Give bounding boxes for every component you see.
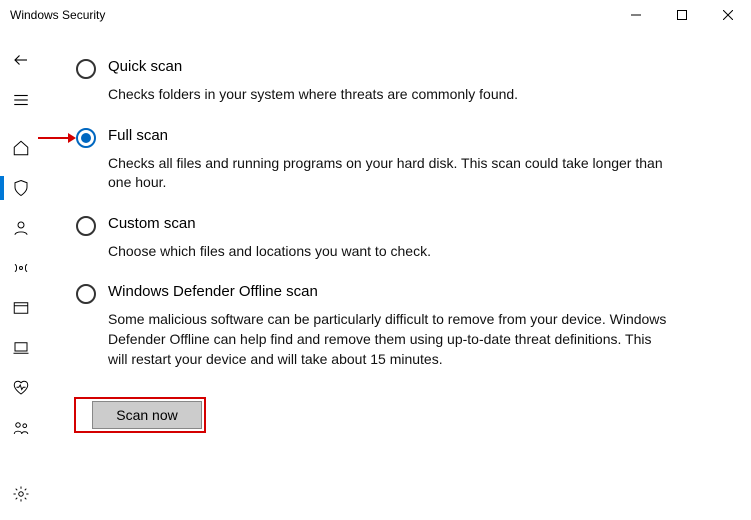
window-title: Windows Security (10, 8, 105, 22)
sidebar (0, 30, 42, 520)
maximize-button[interactable] (659, 0, 705, 30)
shield-icon[interactable] (0, 168, 42, 208)
device-security-icon[interactable] (0, 328, 42, 368)
radio-quick-scan[interactable] (76, 59, 96, 79)
titlebar: Windows Security (0, 0, 751, 30)
option-desc: Some malicious software can be particula… (108, 310, 668, 369)
radio-custom-scan[interactable] (76, 216, 96, 236)
option-label: Windows Defender Offline scan (108, 283, 668, 300)
account-icon[interactable] (0, 208, 42, 248)
minimize-button[interactable] (613, 0, 659, 30)
radio-offline-scan[interactable] (76, 284, 96, 304)
radio-full-scan[interactable] (76, 128, 96, 148)
annotation-arrow-icon (36, 131, 76, 148)
app-browser-icon[interactable] (0, 288, 42, 328)
close-button[interactable] (705, 0, 751, 30)
settings-icon[interactable] (0, 474, 42, 514)
annotation-highlight: Scan now (74, 397, 206, 433)
content-area: Quick scan Checks folders in your system… (42, 30, 751, 520)
option-label: Custom scan (108, 215, 431, 232)
device-health-icon[interactable] (0, 368, 42, 408)
firewall-icon[interactable] (0, 248, 42, 288)
option-offline-scan[interactable]: Windows Defender Offline scan Some malic… (74, 283, 721, 369)
option-full-scan[interactable]: Full scan Checks all files and running p… (74, 127, 721, 193)
option-custom-scan[interactable]: Custom scan Choose which files and locat… (74, 215, 721, 262)
family-icon[interactable] (0, 408, 42, 448)
option-label: Quick scan (108, 58, 518, 75)
option-label: Full scan (108, 127, 668, 144)
menu-icon[interactable] (0, 80, 42, 120)
option-desc: Choose which files and locations you wan… (108, 242, 431, 262)
back-button[interactable] (0, 40, 42, 80)
option-desc: Checks all files and running programs on… (108, 154, 668, 193)
scan-now-button[interactable]: Scan now (92, 401, 202, 429)
option-quick-scan[interactable]: Quick scan Checks folders in your system… (74, 58, 721, 105)
option-desc: Checks folders in your system where thre… (108, 85, 518, 105)
